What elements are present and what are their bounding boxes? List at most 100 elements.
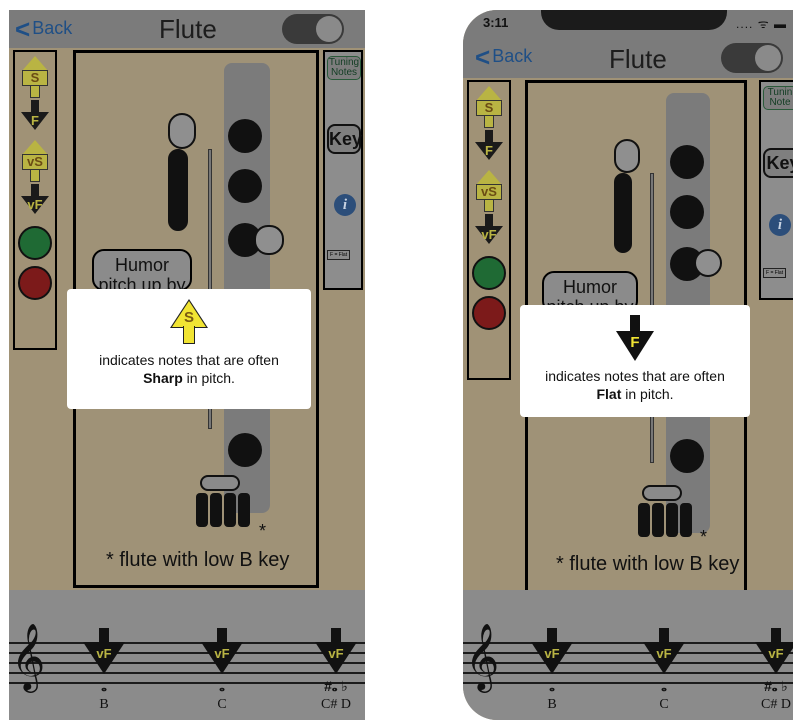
footjoint-cap xyxy=(642,485,682,501)
very-flat-indicator[interactable]: vF xyxy=(469,214,509,244)
very-sharp-label: vS xyxy=(476,184,502,200)
foot-key xyxy=(210,493,222,527)
foot-key xyxy=(680,503,692,537)
out-of-tune-red-button[interactable] xyxy=(472,296,506,330)
chevron-left-icon: < xyxy=(475,41,491,72)
key-button[interactable]: Key xyxy=(763,148,793,178)
sharp-info-popup[interactable]: S indicates notes that are often Sharp i… xyxy=(67,289,311,409)
very-flat-indicator[interactable]: vF xyxy=(15,184,55,214)
right-screen: 3:11 .... ᯤ ▬ < Back Flute S F vS vF Hum… xyxy=(463,10,793,720)
sharp-indicator[interactable]: S xyxy=(15,56,55,98)
info-icon[interactable]: i xyxy=(334,194,356,216)
staff-line xyxy=(463,662,793,664)
popup-text-line1: indicates notes that are often xyxy=(99,352,279,368)
flat-info-popup[interactable]: F indicates notes that are often Flat in… xyxy=(520,305,750,417)
arrow-stem xyxy=(485,214,493,226)
note-b[interactable]: vF 𝅝 B xyxy=(527,628,577,713)
tone-hole-1 xyxy=(228,119,262,153)
legend-chip: F = Flat xyxy=(327,250,351,260)
very-sharp-indicator[interactable]: vS xyxy=(15,140,55,182)
info-icon[interactable]: i xyxy=(769,214,791,236)
popup-text-line1: indicates notes that are often xyxy=(545,368,725,384)
note-head: 𝅝 xyxy=(101,678,107,694)
back-label: Back xyxy=(32,18,73,38)
note-c-sharp[interactable]: vF #𝅝 ♭ C# D xyxy=(311,628,361,713)
comparison-stage: < Back Flute S F vS vF Humor pitch up by… xyxy=(0,0,793,723)
side-panel: Tunin Note Key i F = Flat xyxy=(759,80,793,300)
flat-indicator[interactable]: F xyxy=(469,130,509,160)
note-name: C xyxy=(217,697,227,712)
back-button[interactable]: < Back xyxy=(475,41,532,72)
tone-hole-4 xyxy=(670,439,704,473)
note-head: #𝅝 ♭ xyxy=(324,678,348,694)
footjoint-keys xyxy=(638,485,694,542)
note-c-sharp[interactable]: vF #𝅝 ♭ C# D xyxy=(751,628,793,713)
toggle-knob xyxy=(316,16,342,42)
flat-indicator[interactable]: F xyxy=(15,100,55,130)
flat-label: F xyxy=(485,143,493,158)
very-flat-arrow-icon: vF xyxy=(79,628,129,676)
device-notch xyxy=(541,10,727,30)
very-flat-arrow-icon: vF xyxy=(751,628,793,676)
very-flat-arrow-icon: vF xyxy=(527,628,577,676)
note-name: C xyxy=(659,697,669,712)
very-flat-label: vF xyxy=(27,197,43,212)
thumb-key-lower xyxy=(168,149,188,231)
arrow-label: vF xyxy=(96,646,112,661)
thumb-key-lower xyxy=(614,173,632,253)
arrow-label: vF xyxy=(656,646,672,661)
arrow-stem xyxy=(484,200,494,212)
flat-symbol-label: F xyxy=(630,334,640,351)
foot-key xyxy=(638,503,650,537)
arrow-label: vF xyxy=(544,646,560,661)
note-name: C# D xyxy=(321,697,351,712)
sharp-arrow-icon: S xyxy=(169,299,209,347)
in-tune-green-button[interactable] xyxy=(18,226,52,260)
arrow-stem xyxy=(485,130,493,142)
mode-toggle[interactable] xyxy=(721,43,783,73)
popup-emphasis: Flat xyxy=(596,386,622,402)
staff-line xyxy=(463,672,793,674)
thumb-key-upper xyxy=(168,113,196,149)
footnote-marker: * xyxy=(259,521,267,541)
mode-toggle[interactable] xyxy=(282,14,344,44)
arrow-stem xyxy=(484,116,494,128)
footjoint-keys xyxy=(196,475,252,532)
out-of-tune-red-button[interactable] xyxy=(18,266,52,300)
very-sharp-indicator[interactable]: vS xyxy=(469,170,509,212)
arrow-stem xyxy=(30,170,40,182)
flat-label: F xyxy=(31,113,39,128)
side-panel: Tuning Notes Key i F = Flat xyxy=(323,50,363,290)
very-flat-label: vF xyxy=(481,227,497,242)
footjoint-cap xyxy=(200,475,240,491)
tuning-notes-button[interactable]: Tunin Note xyxy=(763,86,793,110)
chevron-left-icon: < xyxy=(15,13,31,44)
note-c[interactable]: vF 𝅝 C xyxy=(639,628,689,713)
foot-key xyxy=(196,493,208,527)
arrow-label: vF xyxy=(328,646,344,661)
status-bar: 3:11 .... ᯤ ▬ xyxy=(463,10,793,38)
music-staff: 𝄞 vF 𝅝 B vF 𝅝 C vF #𝅝 ♭ C# D xyxy=(9,590,365,720)
sharp-indicator[interactable]: S xyxy=(469,86,509,128)
foot-key xyxy=(666,503,678,537)
staff-line xyxy=(463,652,793,654)
very-sharp-label: vS xyxy=(22,154,48,170)
arrow-label: vF xyxy=(768,646,784,661)
key-button[interactable]: Key xyxy=(327,124,362,154)
foot-key xyxy=(238,493,250,527)
music-staff: 𝄞 vF 𝅝 B vF 𝅝 C vF #𝅝 ♭ C# D xyxy=(463,590,793,720)
popup-text-rest: in pitch. xyxy=(621,386,674,402)
in-tune-green-button[interactable] xyxy=(472,256,506,290)
note-b[interactable]: vF 𝅝 B xyxy=(79,628,129,713)
note-c[interactable]: vF 𝅝 C xyxy=(197,628,247,713)
page-title: Flute xyxy=(159,14,217,44)
navigation-bar: < Back Flute xyxy=(463,38,793,78)
page-title: Flute xyxy=(609,44,667,74)
very-flat-arrow-icon: vF xyxy=(639,628,689,676)
tuning-notes-button[interactable]: Tuning Notes xyxy=(327,56,361,80)
arrow-stem xyxy=(31,100,39,112)
popup-text-line2: Flat in pitch. xyxy=(520,385,750,403)
note-head: #𝅝 ♭ xyxy=(764,678,788,694)
indicator-rail: S F vS vF xyxy=(13,50,57,350)
back-button[interactable]: < Back xyxy=(15,13,73,44)
